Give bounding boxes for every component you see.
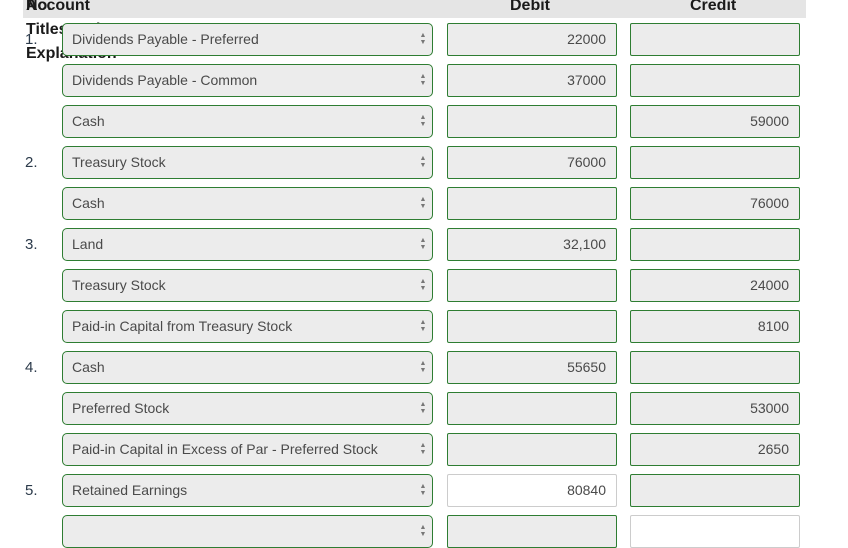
account-select-value: Paid-in Capital from Treasury Stock <box>72 318 293 334</box>
account-select-value: Cash <box>72 359 105 375</box>
journal-row: Treasury Stock ▲ ▼ 24000 <box>0 269 848 302</box>
sort-up-down-icon: ▲ ▼ <box>419 114 427 128</box>
sort-up-down-icon: ▲ ▼ <box>419 442 427 456</box>
journal-row: Paid-in Capital from Treasury Stock ▲ ▼ 810… <box>0 310 848 343</box>
account-select[interactable]: Paid-in Capital from Treasury Stock ▲ ▼ <box>62 310 433 343</box>
credit-input[interactable] <box>630 474 800 507</box>
credit-input[interactable]: 2650 <box>630 433 800 466</box>
account-select-value: Treasury Stock <box>72 154 166 170</box>
journal-row: 4. Cash ▲ ▼ 55650 <box>0 351 848 384</box>
account-select-value: Paid-in Capital in Excess of Par - Prefe… <box>72 441 378 457</box>
header-credit: Credit <box>690 0 737 14</box>
journal-row: Paid-in Capital in Excess of Par - Prefe… <box>0 433 848 466</box>
sort-up-down-icon: ▲ ▼ <box>419 196 427 210</box>
journal-row: 5. Retained Earnings ▲ ▼ 80840 <box>0 474 848 507</box>
credit-value: 2650 <box>757 441 789 457</box>
credit-input[interactable] <box>630 23 800 56</box>
sort-up-down-icon: ▲ ▼ <box>419 155 427 169</box>
debit-input[interactable] <box>447 392 617 425</box>
credit-input[interactable] <box>630 146 800 179</box>
credit-value: 24000 <box>750 277 789 293</box>
credit-input[interactable]: 8100 <box>630 310 800 343</box>
sort-up-down-icon: ▲ ▼ <box>419 237 427 251</box>
account-select[interactable]: Treasury Stock ▲ ▼ <box>62 269 433 302</box>
account-select[interactable]: Dividends Payable - Common ▲ ▼ <box>62 64 433 97</box>
debit-value: 32,100 <box>563 236 606 252</box>
credit-input[interactable]: 24000 <box>630 269 800 302</box>
account-select-value: Dividends Payable - Common <box>72 72 258 88</box>
debit-value: 76000 <box>567 154 606 170</box>
journal-row: Cash ▲ ▼ 59000 <box>0 105 848 138</box>
sort-up-down-icon: ▲ ▼ <box>419 73 427 87</box>
debit-value: 37000 <box>567 72 606 88</box>
journal-row: Cash ▲ ▼ 76000 <box>0 187 848 220</box>
credit-input[interactable]: 59000 <box>630 105 800 138</box>
account-select[interactable]: Cash ▲ ▼ <box>62 105 433 138</box>
account-select[interactable]: Treasury Stock ▲ ▼ <box>62 146 433 179</box>
account-select-value: Dividends Payable - Preferred <box>72 31 259 47</box>
account-select-value: Treasury Stock <box>72 277 166 293</box>
account-select[interactable]: Land ▲ ▼ <box>62 228 433 261</box>
credit-input[interactable]: 76000 <box>630 187 800 220</box>
account-select-value: Cash <box>72 113 105 129</box>
sort-up-down-icon: ▲ ▼ <box>419 32 427 46</box>
account-select-value: Cash <box>72 195 105 211</box>
journal-row: Preferred Stock ▲ ▼ 53000 <box>0 392 848 425</box>
entry-number: 5. <box>25 482 38 499</box>
journal-row: Dividends Payable - Common ▲ ▼ 37000 <box>0 64 848 97</box>
credit-input[interactable] <box>630 515 800 548</box>
credit-input[interactable] <box>630 228 800 261</box>
debit-input[interactable] <box>447 269 617 302</box>
debit-input[interactable]: 32,100 <box>447 228 617 261</box>
account-select[interactable]: Dividends Payable - Preferred ▲ ▼ <box>62 23 433 56</box>
debit-input[interactable]: 55650 <box>447 351 617 384</box>
debit-input[interactable]: 37000 <box>447 64 617 97</box>
account-select-value: Preferred Stock <box>72 400 170 416</box>
account-select[interactable]: ▲ ▼ <box>62 515 433 548</box>
entry-number: 4. <box>25 359 38 376</box>
journal-row: 3. Land ▲ ▼ 32,100 <box>0 228 848 261</box>
sort-up-down-icon: ▲ ▼ <box>419 401 427 415</box>
sort-up-down-icon: ▲ ▼ <box>419 483 427 497</box>
header-debit: Debit <box>510 0 550 14</box>
debit-input[interactable] <box>447 515 617 548</box>
debit-input[interactable] <box>447 105 617 138</box>
sort-up-down-icon: ▲ ▼ <box>419 278 427 292</box>
journal-row: 1. Dividends Payable - Preferred ▲ ▼ 22000 <box>0 23 848 56</box>
sort-up-down-icon: ▲ ▼ <box>419 319 427 333</box>
debit-value: 55650 <box>567 359 606 375</box>
sort-up-down-icon: ▲ ▼ <box>419 360 427 374</box>
account-select-value: Land <box>72 236 104 252</box>
sort-up-down-icon: ▲ ▼ <box>419 524 427 538</box>
debit-value: 22000 <box>567 31 606 47</box>
account-select[interactable]: Preferred Stock ▲ ▼ <box>62 392 433 425</box>
debit-input[interactable]: 76000 <box>447 146 617 179</box>
account-select[interactable]: Retained Earnings ▲ ▼ <box>62 474 433 507</box>
debit-input[interactable]: 80840 <box>447 474 617 507</box>
credit-value: 59000 <box>750 113 789 129</box>
journal-row: ▲ ▼ <box>0 515 848 548</box>
table-header: No. Account Titles and Explanation Debit… <box>23 0 806 62</box>
debit-input[interactable]: 22000 <box>447 23 617 56</box>
entry-number: 2. <box>25 154 38 171</box>
debit-input[interactable] <box>447 310 617 343</box>
entry-number: 1. <box>25 31 38 48</box>
account-select-value: Retained Earnings <box>72 482 188 498</box>
account-select[interactable]: Cash ▲ ▼ <box>62 187 433 220</box>
credit-input[interactable]: 53000 <box>630 392 800 425</box>
credit-value: 8100 <box>757 318 789 334</box>
credit-value: 53000 <box>750 400 789 416</box>
credit-input[interactable] <box>630 351 800 384</box>
debit-input[interactable] <box>447 187 617 220</box>
account-select[interactable]: Cash ▲ ▼ <box>62 351 433 384</box>
credit-input[interactable] <box>630 64 800 97</box>
journal-row: 2. Treasury Stock ▲ ▼ 76000 <box>0 146 848 179</box>
account-select[interactable]: Paid-in Capital in Excess of Par - Prefe… <box>62 433 433 466</box>
credit-value: 76000 <box>750 195 789 211</box>
debit-input[interactable] <box>447 433 617 466</box>
entry-number: 3. <box>25 236 38 253</box>
debit-value: 80840 <box>567 482 606 498</box>
